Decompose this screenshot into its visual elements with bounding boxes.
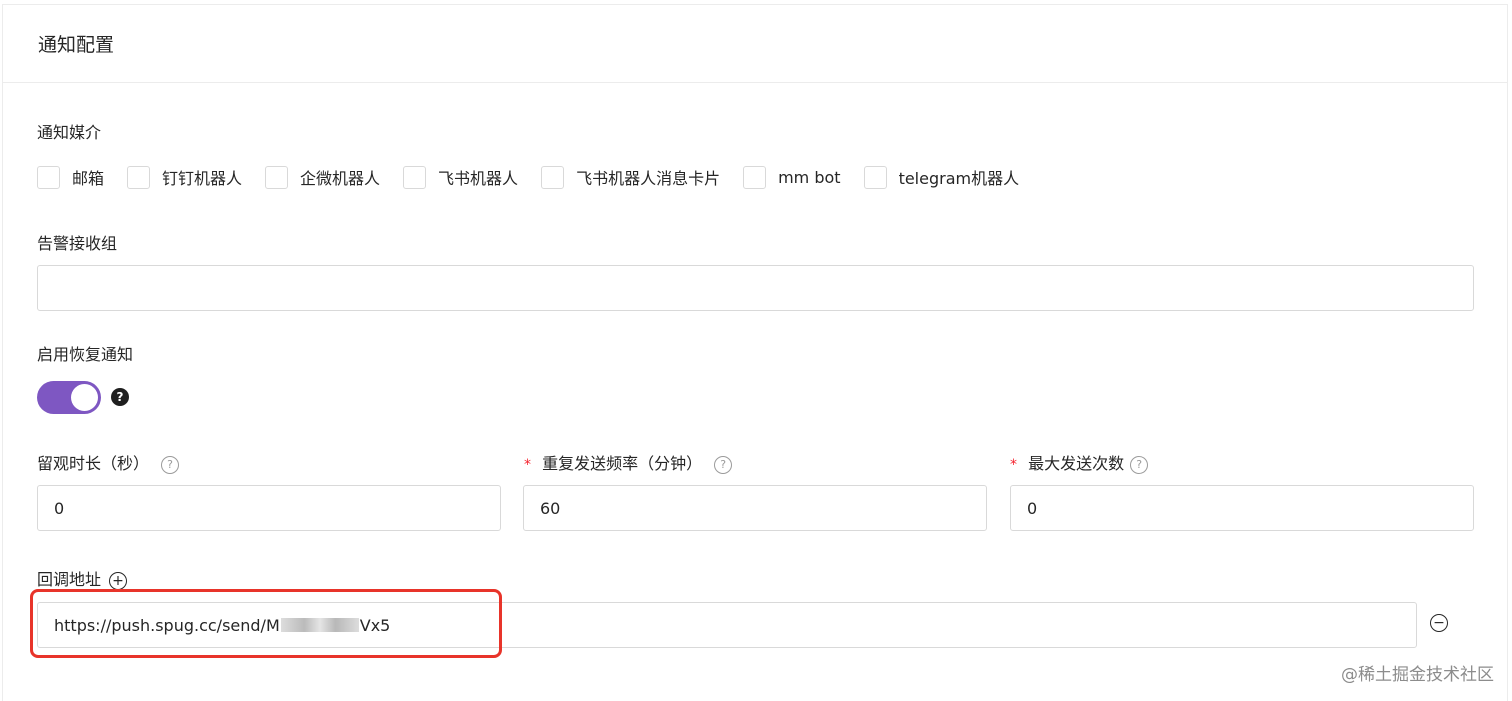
repeat-label-wrap: 重复发送频率（分钟）?: [524, 450, 733, 474]
alert-group-select[interactable]: [37, 265, 1474, 311]
minus-circle-icon[interactable]: −: [1430, 614, 1448, 632]
checkbox-wecom[interactable]: 企微机器人: [265, 165, 380, 189]
checkbox-box[interactable]: [863, 165, 887, 189]
notify-media-group: 邮箱 钉钉机器人 企微机器人 飞书机器人 飞书机器人消息卡片 mm bot te…: [37, 165, 1042, 189]
alert-group-label: 告警接收组: [37, 234, 118, 253]
toggle-knob: [71, 384, 98, 411]
checkbox-box[interactable]: [403, 165, 427, 189]
max-send-input[interactable]: 0: [1010, 485, 1474, 531]
checkbox-telegram[interactable]: telegram机器人: [863, 165, 1020, 189]
repeat-input[interactable]: 60: [523, 485, 987, 531]
max-send-label: 最大发送次数: [1028, 454, 1125, 473]
checkbox-email[interactable]: 邮箱: [37, 165, 104, 189]
question-circle-icon[interactable]: ?: [1130, 455, 1149, 474]
checkbox-box[interactable]: [265, 165, 289, 189]
callback-label-wrap: 回调地址 +: [37, 566, 128, 590]
notify-media-label: 通知媒介: [37, 123, 102, 142]
card-header: 通知配置: [3, 5, 1507, 83]
checkbox-label: 钉钉机器人: [162, 169, 243, 188]
repeat-label: 重复发送频率（分钟）: [542, 454, 703, 473]
checkbox-feishu[interactable]: 飞书机器人: [403, 165, 518, 189]
plus-circle-icon[interactable]: +: [109, 571, 128, 590]
checkbox-box[interactable]: [37, 165, 60, 189]
card-title: 通知配置: [38, 34, 115, 56]
checkbox-label: 邮箱: [72, 169, 105, 188]
recovery-label: 启用恢复通知: [37, 345, 134, 364]
observe-label-wrap: 留观时长（秒）?: [37, 450, 180, 474]
watermark: @稀土掘金技术社区: [1341, 665, 1494, 685]
checkbox-box[interactable]: [127, 165, 151, 189]
checkbox-label: 企微机器人: [300, 169, 381, 188]
observe-input[interactable]: 0: [37, 485, 501, 531]
checkbox-dingtalk[interactable]: 钉钉机器人: [127, 165, 242, 189]
callback-label: 回调地址: [37, 570, 102, 589]
max-send-label-wrap: 最大发送次数?: [1010, 450, 1149, 474]
checkbox-label: telegram机器人: [898, 169, 1020, 188]
recovery-toggle[interactable]: [37, 381, 101, 414]
checkbox-label: 飞书机器人消息卡片: [576, 169, 721, 188]
red-highlight-box: [30, 589, 502, 658]
observe-label: 留观时长（秒）: [37, 454, 150, 473]
checkbox-feishu-card[interactable]: 飞书机器人消息卡片: [541, 165, 720, 189]
checkbox-mm-bot[interactable]: mm bot: [743, 165, 841, 189]
question-circle-icon[interactable]: ?: [714, 455, 733, 474]
question-circle-icon[interactable]: ?: [161, 455, 180, 474]
checkbox-box[interactable]: [541, 165, 565, 189]
checkbox-label: 飞书机器人: [438, 169, 519, 188]
checkbox-label: mm bot: [778, 167, 841, 187]
checkbox-box[interactable]: [743, 165, 767, 189]
question-circle-filled-icon[interactable]: ?: [111, 388, 129, 406]
